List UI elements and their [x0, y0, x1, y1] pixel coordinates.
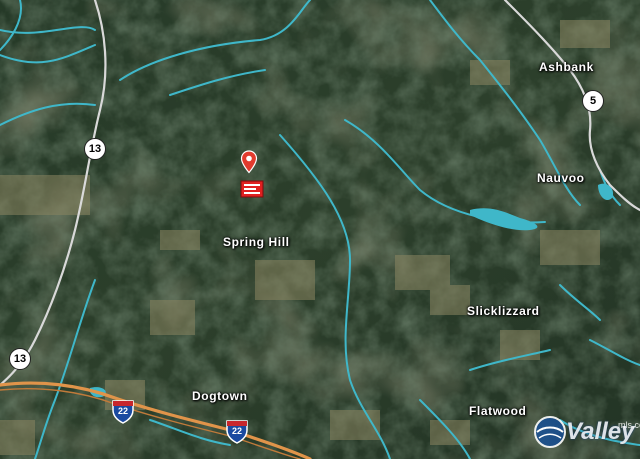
valley-mls-watermark: Valley mls.com	[532, 412, 640, 452]
interstate-22-label-east: 22	[231, 426, 242, 436]
watermark-globe-icon	[534, 416, 566, 448]
watermark-suffix: mls.com	[618, 420, 640, 430]
satellite-map[interactable]: Ashbank Nauvoo Spring Hill Slicklizzard …	[0, 0, 640, 459]
place-label-ashbank: Ashbank	[539, 60, 594, 74]
interstate-22-shield-east: 22	[224, 418, 250, 444]
route-5-shield: 5	[582, 90, 604, 112]
place-label-flatwood: Flatwood	[469, 404, 527, 418]
place-label-dogtown: Dogtown	[192, 389, 248, 403]
place-label-slicklizzard: Slicklizzard	[467, 304, 540, 318]
listing-marker-icon[interactable]	[240, 180, 264, 198]
interstate-22-shield: 22	[110, 398, 136, 424]
route-13-shield-south: 13	[9, 348, 31, 370]
place-label-nauvoo: Nauvoo	[537, 171, 585, 185]
interstate-22-label: 22	[117, 406, 128, 416]
location-pin-icon[interactable]	[240, 150, 258, 174]
route-13-shield: 13	[84, 138, 106, 160]
place-label-spring-hill: Spring Hill	[223, 235, 290, 249]
